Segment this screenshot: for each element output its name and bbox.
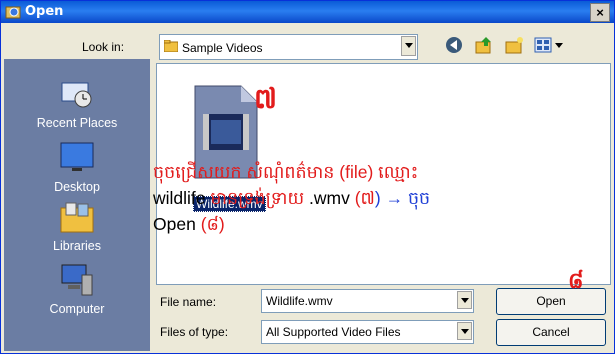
files-of-type-value: All Supported Video Files [266, 325, 401, 339]
file-name-dropdown-button[interactable] [457, 291, 472, 309]
dialog-title: Open [25, 4, 64, 19]
instruction-text: ចុចជ្រើសយក សំណុំពត៌មាន (file) ឈ្មោះ wild… [153, 159, 613, 237]
recent-places-icon [61, 82, 92, 108]
place-label: Desktop [54, 180, 100, 194]
file-name-value: Wildlife.wmv [266, 294, 333, 308]
files-of-type-label: Files of type: [160, 325, 229, 339]
instruction-format-text: មានទ្រង់ទ្រាយ [205, 188, 309, 208]
file-name-label: File name: [160, 295, 217, 309]
cancel-button[interactable]: Cancel [496, 319, 606, 346]
instruction-line-2: wildlife មានទ្រង់ទ្រាយ .wmv (៧) → ចុច [153, 185, 613, 211]
instruction-wmv: .wmv [309, 188, 350, 208]
place-label: Computer [49, 302, 105, 316]
open-dialog: Open × Look in: Sample Videos Recent Pla… [0, 0, 615, 354]
place-label: Recent Places [36, 116, 118, 130]
step-8-marker: ៨ [568, 268, 584, 293]
instruction-line-1: ចុចជ្រើសយក សំណុំពត៌មាន (file) ឈ្មោះ [153, 159, 613, 185]
instruction-open: Open [153, 214, 201, 234]
place-desktop[interactable]: Desktop [4, 141, 150, 194]
libraries-icon [60, 202, 94, 233]
look-in-combobox[interactable]: Sample Videos [159, 34, 418, 60]
places-bar: Recent Places Desktop Libraries Computer [4, 59, 150, 351]
look-in-label: Look in: [82, 40, 125, 54]
place-libraries[interactable]: Libraries [4, 200, 150, 253]
instruction-step-7: ៧ [360, 188, 375, 208]
dialog-app-icon [5, 6, 21, 19]
instruction-step-8: ៨ [206, 214, 219, 234]
place-recent-places[interactable]: Recent Places [4, 77, 150, 130]
up-folder-icon[interactable] [474, 35, 494, 55]
look-in-dropdown-button[interactable] [401, 36, 416, 56]
title-bar[interactable]: Open × [1, 1, 614, 23]
instruction-paren-close: ) [218, 214, 225, 234]
instruction-wildlife: wildlife [153, 188, 206, 208]
desktop-icon [60, 142, 94, 171]
look-in-value: Sample Videos [182, 41, 263, 55]
step-7-marker: ៧ [254, 83, 277, 114]
new-folder-icon[interactable] [504, 35, 524, 55]
open-button[interactable]: Open [496, 288, 606, 315]
back-icon[interactable] [444, 35, 464, 55]
files-of-type-combobox[interactable]: All Supported Video Files [261, 320, 474, 344]
views-icon[interactable] [534, 35, 564, 55]
file-name-combobox[interactable]: Wildlife.wmv [261, 289, 474, 313]
place-computer[interactable]: Computer [4, 263, 150, 316]
close-button[interactable]: × [590, 3, 610, 22]
computer-icon [61, 264, 93, 296]
place-label: Libraries [53, 239, 101, 253]
instruction-arrow-click: ) → ចុច [374, 188, 431, 208]
folder-icon [164, 40, 178, 52]
instruction-line-3: Open (៨) [153, 211, 613, 237]
instruction-line-1-text: ចុចជ្រើសយក សំណុំពត៌មាន (file) ឈ្មោះ [153, 162, 419, 182]
instruction-paren-open: ( [349, 188, 361, 208]
files-of-type-dropdown-button[interactable] [457, 322, 472, 340]
